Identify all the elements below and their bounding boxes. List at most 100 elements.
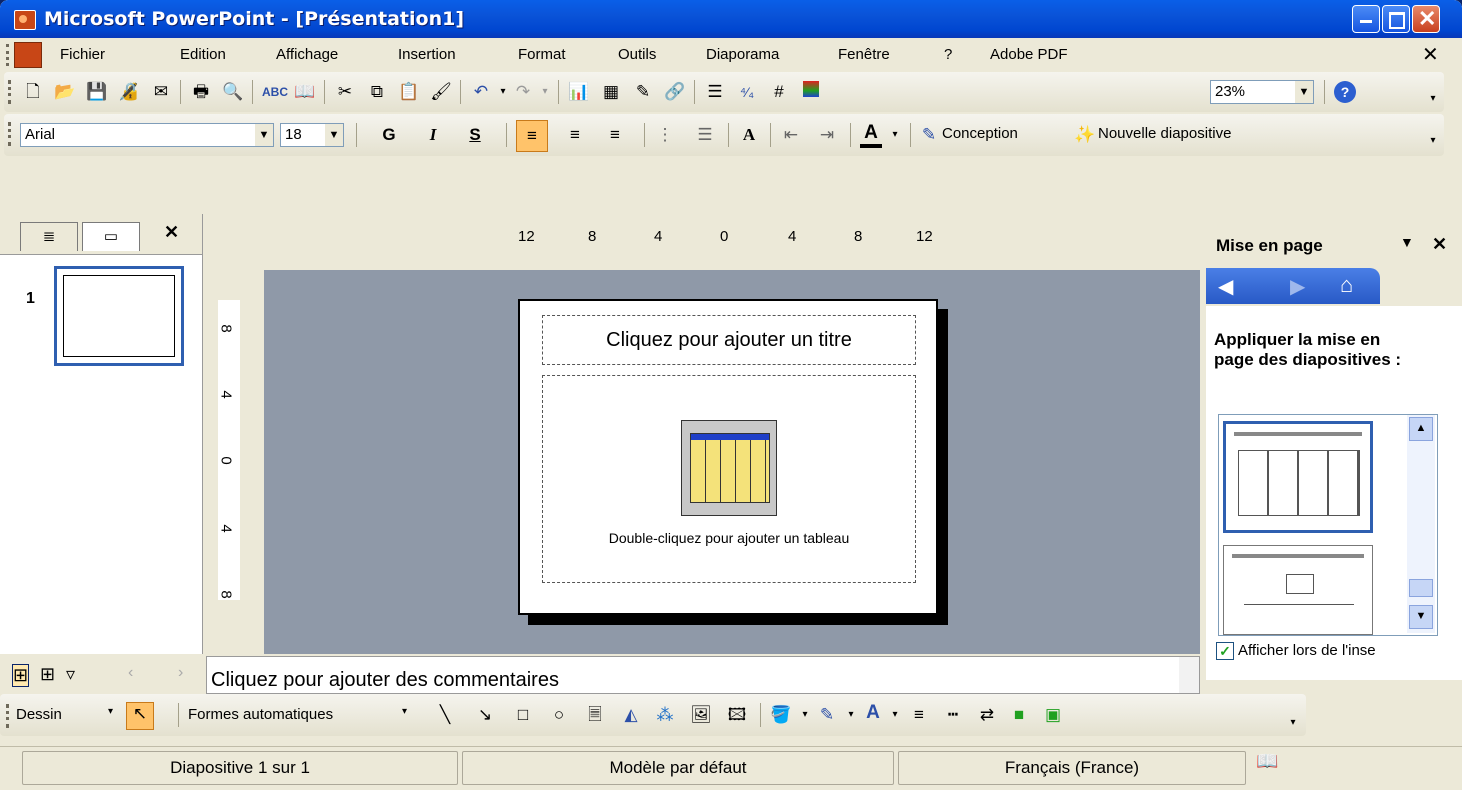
fill-color-icon[interactable]: 🪣 bbox=[770, 704, 792, 726]
print-preview-icon[interactable]: 🔍 bbox=[222, 81, 244, 103]
task-pane-menu-icon[interactable]: ▼ bbox=[1400, 234, 1414, 250]
save-icon[interactable]: 💾 bbox=[86, 81, 108, 103]
align-center-button[interactable]: ≡ bbox=[564, 124, 586, 146]
font-color-draw-icon[interactable]: A bbox=[862, 702, 884, 724]
format-painter-icon[interactable]: 🖌 bbox=[430, 81, 452, 103]
font-color-draw-dropdown-icon[interactable]: ▾ bbox=[884, 704, 906, 726]
font-color-button[interactable]: A bbox=[860, 122, 882, 148]
font-dropdown-icon[interactable]: ▼ bbox=[255, 124, 273, 146]
title-placeholder[interactable]: Cliquez pour ajouter un titre bbox=[542, 315, 916, 365]
menu-help[interactable]: ? bbox=[944, 46, 952, 63]
copy-icon[interactable]: ⧉ bbox=[366, 81, 388, 103]
menu-insertion[interactable]: Insertion bbox=[398, 46, 456, 63]
line-color-icon[interactable]: ✎ bbox=[816, 704, 838, 726]
insert-table-icon[interactable]: ▦ bbox=[600, 81, 622, 103]
wordart-icon[interactable]: ◭ bbox=[620, 704, 642, 726]
font-combo[interactable]: Arial ▼ bbox=[20, 123, 274, 147]
format-toolbar-options-icon[interactable]: ▾ bbox=[1422, 130, 1444, 152]
dash-style-icon[interactable]: ┅ bbox=[942, 704, 964, 726]
insert-chart-icon[interactable]: 📊 bbox=[568, 81, 590, 103]
numbering-button[interactable]: ⋮ bbox=[654, 124, 676, 146]
menu-grip[interactable] bbox=[6, 44, 12, 66]
title-bar[interactable]: Microsoft PowerPoint - [Présentation1] ✕ bbox=[0, 0, 1462, 38]
bullets-button[interactable]: ☰ bbox=[694, 124, 716, 146]
show-grid-icon[interactable]: # bbox=[768, 81, 790, 103]
close-window-button[interactable]: ✕ bbox=[1412, 5, 1440, 33]
select-objects-icon[interactable]: ↖ bbox=[126, 702, 154, 730]
slide[interactable]: Cliquez pour ajouter un titre Double-cli… bbox=[518, 299, 938, 615]
color-grayscale-icon[interactable] bbox=[800, 81, 822, 103]
decrease-indent-icon[interactable]: ⇤ bbox=[780, 124, 802, 146]
autoshapes-dropdown-icon[interactable]: ▾ bbox=[402, 706, 407, 717]
increase-indent-icon[interactable]: ⇥ bbox=[816, 124, 838, 146]
show-formatting-icon[interactable]: ⁴⁄₄ bbox=[736, 81, 758, 103]
close-document-icon[interactable]: ✕ bbox=[1422, 42, 1439, 67]
zoom-combo[interactable]: 23% ▼ bbox=[1210, 80, 1314, 104]
scroll-down-icon[interactable]: ▼ bbox=[1409, 605, 1433, 629]
scroll-up-icon[interactable]: ▲ bbox=[1409, 417, 1433, 441]
redo-icon[interactable]: ↷ bbox=[512, 81, 534, 103]
layout-title-diagram[interactable] bbox=[1223, 545, 1373, 635]
undo-dropdown-icon[interactable]: ▾ bbox=[492, 81, 514, 103]
new-slide-icon[interactable]: ✨ bbox=[1074, 124, 1096, 146]
home-icon[interactable]: ⌂ bbox=[1340, 272, 1353, 298]
task-pane-close-icon[interactable]: ✕ bbox=[1432, 234, 1447, 255]
insert-picture-icon[interactable]: 🖾 bbox=[726, 704, 748, 726]
slide-thumbnail[interactable] bbox=[54, 266, 184, 366]
help-icon[interactable]: ? bbox=[1334, 81, 1356, 103]
undo-icon[interactable]: ↶ bbox=[470, 81, 492, 103]
align-right-button[interactable]: ≡ bbox=[604, 124, 626, 146]
print-icon[interactable]: 🖶 bbox=[190, 81, 212, 103]
notes-scrollbar[interactable] bbox=[1179, 657, 1199, 693]
open-folder-icon[interactable]: 📂 bbox=[54, 81, 76, 103]
menu-outils[interactable]: Outils bbox=[618, 46, 656, 63]
text-box-icon[interactable]: 🗏 bbox=[584, 704, 606, 726]
content-placeholder[interactable]: Double-cliquez pour ajouter un tableau bbox=[542, 375, 916, 583]
line-color-dropdown-icon[interactable]: ▾ bbox=[840, 704, 862, 726]
paste-icon[interactable]: 📋 bbox=[398, 81, 420, 103]
normal-view-icon[interactable]: ⊞ bbox=[12, 664, 30, 687]
close-pane-icon[interactable]: ✕ bbox=[164, 222, 179, 243]
spelling-icon[interactable]: ABC bbox=[262, 81, 288, 103]
menu-format[interactable]: Format bbox=[518, 46, 566, 63]
maximize-button[interactable] bbox=[1382, 5, 1410, 33]
minimize-button[interactable] bbox=[1352, 5, 1380, 33]
forward-icon[interactable]: ▶ bbox=[1290, 274, 1305, 299]
draw-menu-button[interactable]: Dessin bbox=[16, 706, 62, 723]
font-color-dropdown-icon[interactable]: ▾ bbox=[884, 124, 906, 146]
design-icon[interactable]: ✎ bbox=[918, 124, 940, 146]
draw-dropdown-icon[interactable]: ▾ bbox=[108, 706, 113, 717]
drawing-toolbar-options-icon[interactable]: ▾ bbox=[1282, 712, 1304, 734]
back-icon[interactable]: ◀ bbox=[1218, 274, 1233, 299]
menu-diaporama[interactable]: Diaporama bbox=[706, 46, 779, 63]
arrow-style-icon[interactable]: ⇄ bbox=[976, 704, 998, 726]
tables-borders-icon[interactable]: ✎ bbox=[632, 81, 654, 103]
fill-dropdown-icon[interactable]: ▾ bbox=[794, 704, 816, 726]
gallery-scrollbar[interactable]: ▲ ▼ bbox=[1407, 415, 1435, 633]
scroll-thumb[interactable] bbox=[1409, 579, 1433, 597]
clipart-icon[interactable]: 🖼 bbox=[690, 704, 712, 726]
menu-fichier[interactable]: Fichier bbox=[60, 46, 105, 63]
permission-icon[interactable]: 🔏 bbox=[118, 81, 140, 103]
tab-outline[interactable]: ≣ bbox=[20, 222, 78, 251]
slideshow-icon[interactable]: ▿ bbox=[66, 664, 75, 685]
autoshapes-button[interactable]: Formes automatiques bbox=[188, 706, 333, 723]
shadow-button[interactable]: S bbox=[464, 124, 486, 146]
hyperlink-icon[interactable]: 🔗 bbox=[664, 81, 686, 103]
diagram-icon[interactable]: ⁂ bbox=[654, 704, 676, 726]
redo-dropdown-icon[interactable]: ▾ bbox=[534, 81, 556, 103]
menu-fenetre[interactable]: Fenêtre bbox=[838, 46, 890, 63]
menu-adobe-pdf[interactable]: Adobe PDF bbox=[990, 46, 1068, 63]
new-slide-button[interactable]: Nouvelle diapositive bbox=[1098, 125, 1231, 142]
size-dropdown-icon[interactable]: ▼ bbox=[325, 124, 343, 146]
rectangle-icon[interactable]: □ bbox=[512, 704, 534, 726]
notes-pane[interactable]: Cliquez pour ajouter des commentaires bbox=[206, 656, 1200, 694]
menu-affichage[interactable]: Affichage bbox=[276, 46, 338, 63]
new-document-icon[interactable]: 🗋 bbox=[22, 81, 44, 103]
align-left-button[interactable]: ≡ bbox=[516, 120, 548, 152]
tab-slides[interactable]: ▭ bbox=[82, 222, 140, 251]
research-icon[interactable]: 📖 bbox=[294, 81, 316, 103]
design-button[interactable]: Conception bbox=[942, 125, 1018, 142]
zoom-dropdown-icon[interactable]: ▼ bbox=[1295, 81, 1313, 103]
line-style-icon[interactable]: ≡ bbox=[908, 704, 930, 726]
